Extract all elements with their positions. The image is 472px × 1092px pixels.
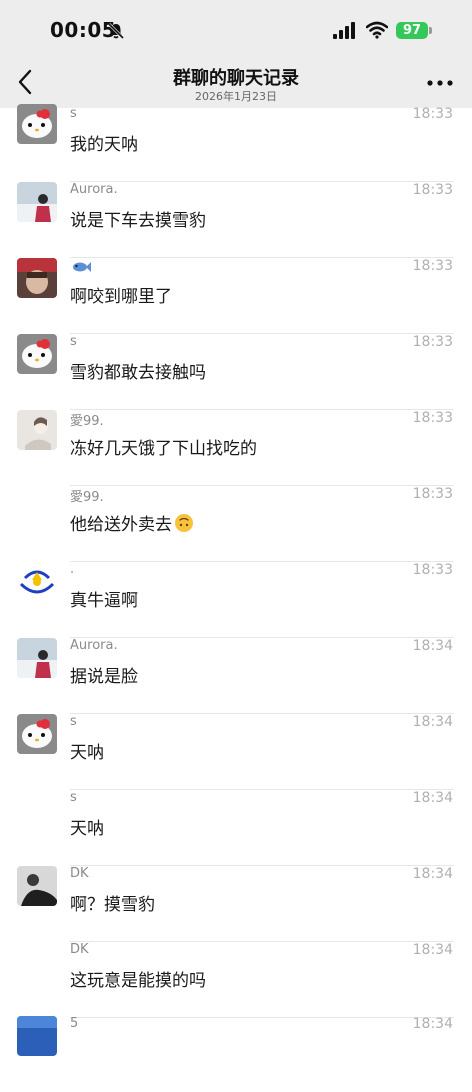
message-time: 18:33 (412, 562, 453, 578)
message-row[interactable]: 愛99. 18:33 冻好几天饿了下山找吃的 (0, 410, 472, 486)
avatar[interactable] (17, 182, 57, 222)
message-row[interactable]: s 18:34 天呐 (0, 714, 472, 790)
message-time: 18:33 (412, 334, 453, 350)
message-time: 18:34 (412, 942, 453, 958)
fish-icon (73, 262, 91, 272)
message-sender: s (70, 334, 77, 349)
message-row[interactable]: s 18:33 我的天呐 (0, 104, 472, 182)
message-time: 18:33 (412, 258, 453, 274)
wifi-icon (366, 21, 388, 39)
status-bar: 00:05 97 (0, 0, 472, 60)
message-time: 18:33 (412, 410, 453, 426)
message-time: 18:34 (412, 638, 453, 654)
page-subtitle: 2026年1月23日 (195, 90, 277, 103)
message-text: 说是下车去摸雪豹 (70, 211, 206, 231)
message-text: 真牛逼啊 (70, 591, 138, 611)
message-sender: s (70, 714, 77, 729)
upside-down-face-icon (175, 514, 193, 532)
avatar[interactable] (17, 714, 57, 754)
message-time: 18:34 (412, 866, 453, 882)
message-row[interactable]: s 18:34 天呐 (0, 790, 472, 866)
message-text: 冻好几天饿了下山找吃的 (70, 439, 257, 459)
bell-slash-icon (107, 22, 125, 40)
message-sender: s (70, 106, 77, 121)
message-time: 18:34 (412, 714, 453, 730)
message-row[interactable]: s 18:33 雪豹都敢去接触吗 (0, 334, 472, 410)
message-text-label: 他给送外卖去 (70, 515, 172, 535)
avatar[interactable] (17, 638, 57, 678)
battery-tip (429, 27, 432, 34)
message-text: 雪豹都敢去接触吗 (70, 363, 206, 383)
top-bar: 00:05 97 群聊的聊天记录 2026年1月23日 (0, 0, 472, 108)
message-sender: s (70, 790, 77, 805)
avatar[interactable] (17, 104, 57, 144)
message-sender: Aurora. (70, 182, 118, 197)
message-text: 我的天呐 (70, 135, 138, 155)
message-text: 这玩意是能摸的吗 (70, 971, 206, 991)
avatar[interactable] (17, 410, 57, 450)
message-text: 他给送外卖去 (70, 510, 194, 535)
message-row[interactable]: Aurora. 18:34 据说是脸 (0, 638, 472, 714)
avatar[interactable] (17, 1016, 57, 1056)
message-row[interactable]: 愛99. 18:33 他给送外卖去 (0, 486, 472, 562)
message-sender: DK (70, 942, 89, 957)
message-text: 啊？摸雪豹 (70, 895, 155, 915)
message-sender: 愛99. (70, 490, 104, 505)
message-time: 18:34 (412, 1016, 453, 1032)
message-text: 天呐 (70, 743, 104, 763)
message-row[interactable]: . 18:33 真牛逼啊 (0, 562, 472, 638)
message-time: 18:33 (412, 182, 453, 198)
message-row[interactable]: Aurora. 18:33 说是下车去摸雪豹 (0, 182, 472, 258)
page-title: 群聊的聊天记录 (173, 68, 299, 89)
message-time: 18:33 (412, 106, 453, 122)
message-sender: . (70, 562, 75, 577)
avatar[interactable] (17, 258, 57, 298)
avatar[interactable] (17, 866, 57, 906)
message-row[interactable]: DK 18:34 这玩意是能摸的吗 (0, 942, 472, 1018)
message-text: 天呐 (70, 819, 104, 839)
avatar[interactable] (17, 562, 57, 602)
signal-icon (333, 22, 355, 39)
message-sender: DK (70, 866, 89, 881)
message-row[interactable]: 5 18:34 (0, 1016, 472, 1092)
message-time: 18:33 (412, 486, 453, 502)
message-text: 啊咬到哪里了 (70, 287, 172, 307)
avatar[interactable] (17, 334, 57, 374)
message-row[interactable]: 18:33 啊咬到哪里了 (0, 258, 472, 334)
message-time: 18:34 (412, 790, 453, 806)
battery-indicator: 97 (396, 22, 428, 39)
message-sender: 愛99. (70, 414, 104, 429)
message-row[interactable]: DK 18:34 啊？摸雪豹 (0, 866, 472, 942)
message-text: 据说是脸 (70, 667, 138, 687)
message-sender: Aurora. (70, 638, 118, 653)
more-options-button[interactable] (426, 76, 454, 90)
